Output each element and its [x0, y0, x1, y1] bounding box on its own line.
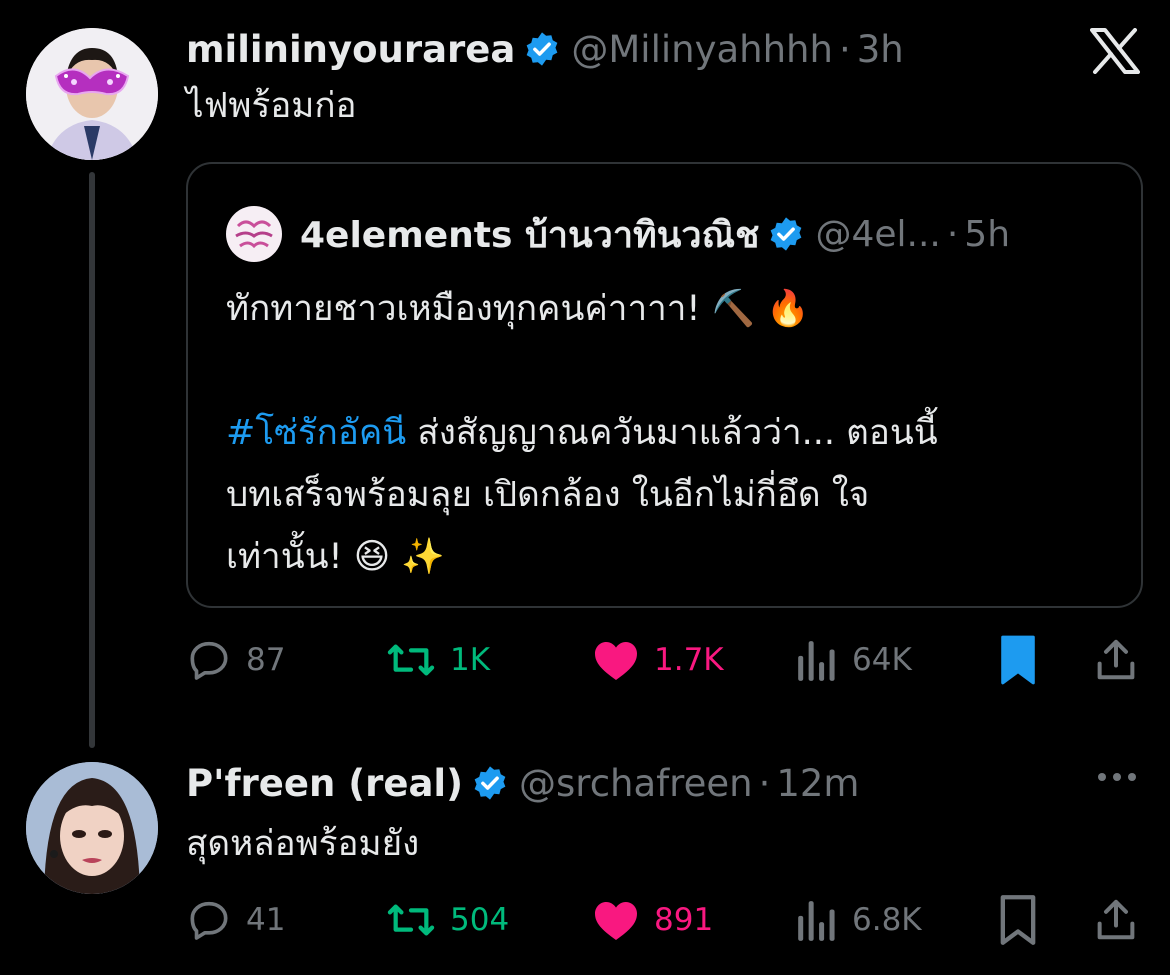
- quoted-post-timestamp[interactable]: 5h: [964, 214, 1010, 255]
- repost-button[interactable]: 1K: [386, 630, 490, 690]
- quoted-text-line: บทเสร็จพร้อมลุย เปิดกล้อง ในอีกไม่กี่อึด…: [226, 475, 870, 515]
- like-icon: [595, 642, 637, 680]
- like-count: 1.7K: [654, 642, 724, 678]
- share-icon: [1097, 639, 1135, 680]
- like-count: 891: [654, 902, 714, 938]
- reply-icon: [190, 641, 228, 680]
- avatar[interactable]: [26, 762, 158, 894]
- quoted-text-segment: ส่งสัญญาณควันมาแล้วว่า... ตอนนี้: [406, 413, 938, 453]
- like-button[interactable]: 1.7K: [592, 630, 724, 690]
- post-text: สุดหล่อพร้อมยัง: [186, 824, 420, 864]
- quoted-avatar-image: [226, 206, 282, 262]
- quoted-post-header: 4elements บ้านวาทินวณิช @4el... · 5h: [226, 206, 1010, 263]
- like-button[interactable]: 891: [592, 890, 713, 950]
- views-button[interactable]: 64K: [796, 630, 912, 690]
- avatar[interactable]: [26, 28, 158, 160]
- thread-line: [89, 172, 95, 748]
- reply-icon: [190, 901, 228, 940]
- bookmark-button[interactable]: [998, 630, 1052, 690]
- quoted-post[interactable]: 4elements บ้านวาทินวณิช @4el... · 5h ทัก…: [186, 162, 1143, 608]
- share-button[interactable]: [1096, 890, 1150, 950]
- repost-count: 1K: [450, 642, 491, 678]
- verified-badge-icon: [523, 30, 561, 68]
- views-icon: [798, 641, 835, 681]
- more-icon[interactable]: [1094, 762, 1140, 792]
- share-button[interactable]: [1096, 630, 1150, 690]
- verified-badge-icon: [471, 764, 509, 802]
- repost-icon: [387, 644, 435, 676]
- post-text: ไฟพร้อมก่อ: [186, 86, 357, 126]
- post-timestamp[interactable]: 12m: [776, 762, 859, 805]
- views-icon: [798, 901, 835, 941]
- bookmark-button[interactable]: [998, 890, 1052, 950]
- post-header: milininyourarea @Milinyahhhh · 3h: [186, 24, 1170, 74]
- repost-icon: [387, 904, 435, 936]
- reply-button[interactable]: 41: [186, 890, 285, 950]
- reply-button[interactable]: 87: [186, 630, 285, 690]
- bookmark-icon: [1001, 635, 1035, 685]
- repost-button[interactable]: 504: [386, 890, 509, 950]
- separator-dot: ·: [758, 761, 771, 805]
- display-name[interactable]: milininyourarea: [186, 28, 515, 71]
- repost-count: 504: [450, 902, 510, 938]
- quoted-display-name[interactable]: 4elements บ้านวาทินวณิช: [300, 206, 759, 263]
- avatar-image: [26, 28, 158, 160]
- post-actions: 41 504 891 6.8K: [186, 890, 1146, 950]
- quoted-avatar[interactable]: [226, 206, 282, 262]
- separator-dot: ·: [838, 27, 851, 71]
- display-name[interactable]: P'freen (real): [186, 762, 463, 805]
- reply-count: 41: [246, 902, 286, 938]
- user-handle[interactable]: @Milinyahhhh: [571, 28, 833, 71]
- post-main[interactable]: milininyourarea @Milinyahhhh · 3h ไฟพร้อ…: [186, 24, 1170, 132]
- separator-dot: ·: [946, 213, 959, 255]
- post-timestamp[interactable]: 3h: [857, 28, 904, 71]
- quoted-text-line: ทักทายชาวเหมืองทุกคนค่าาาา! ⛏️ 🔥: [226, 289, 810, 329]
- views-count: 6.8K: [852, 902, 922, 938]
- post-header: P'freen (real) @srchafreen · 12m: [186, 758, 1170, 808]
- quoted-post-text: ทักทายชาวเหมืองทุกคนค่าาาา! ⛏️ 🔥 #โซ่รัก…: [226, 278, 1106, 588]
- user-handle[interactable]: @srchafreen: [519, 762, 753, 805]
- verified-badge-icon: [767, 215, 805, 253]
- post-reply[interactable]: P'freen (real) @srchafreen · 12m สุดหล่อ…: [186, 758, 1170, 870]
- views-count: 64K: [852, 642, 912, 678]
- views-button[interactable]: 6.8K: [796, 890, 922, 950]
- quoted-text-line: #โซ่รักอัคนี ส่งสัญญาณควันมาแล้วว่า... ต…: [226, 402, 1106, 464]
- hashtag-link[interactable]: #โซ่รักอัคนี: [226, 413, 406, 453]
- reply-count: 87: [246, 642, 286, 678]
- share-icon: [1097, 899, 1135, 940]
- post-actions: 87 1K 1.7K 64K: [186, 630, 1146, 690]
- avatar-image: [26, 762, 158, 894]
- quoted-text-line: เท่านั้น! 😆 ✨: [226, 537, 445, 577]
- like-icon: [595, 902, 637, 940]
- bookmark-icon: [1000, 895, 1036, 945]
- quoted-user-handle[interactable]: @4el...: [815, 214, 940, 255]
